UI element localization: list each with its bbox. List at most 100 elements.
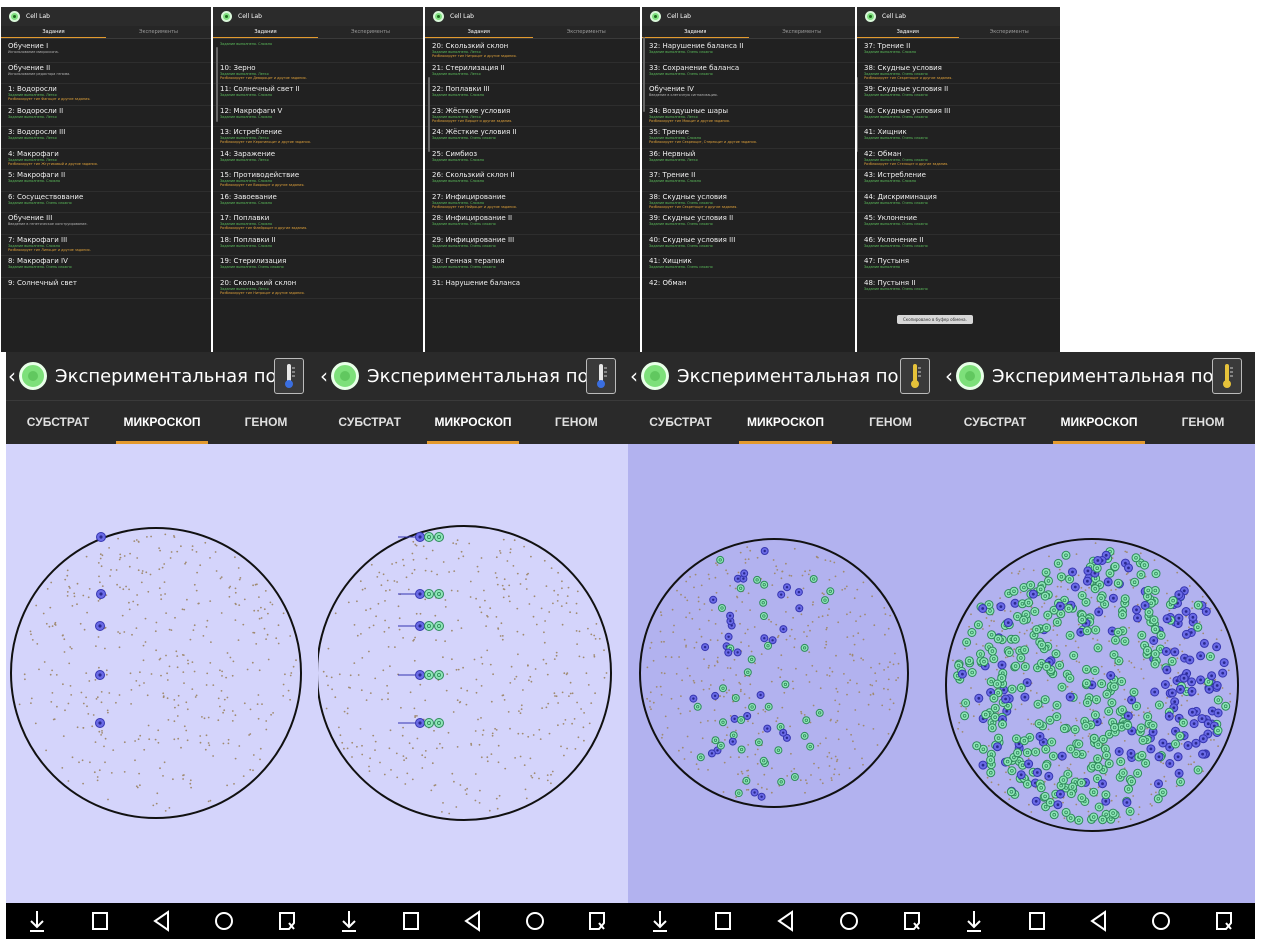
mission-item[interactable]: 41: Хищник Задание выполнено. Очень сложн… xyxy=(857,127,1060,149)
triangle-back-icon[interactable] xyxy=(148,907,176,935)
mission-item[interactable]: 31: Нарушение баланса xyxy=(425,278,640,299)
download-icon[interactable] xyxy=(23,907,51,935)
tab-genome[interactable]: ГЕНОМ xyxy=(844,401,937,445)
tab-microscope[interactable]: МИКРОСКОП xyxy=(739,401,832,445)
scrollbar[interactable] xyxy=(643,37,645,112)
mission-item[interactable]: Обучение III Введение в генетическое конс… xyxy=(1,213,211,235)
mission-item[interactable]: 39: Скудные условия II Задание выполнено.… xyxy=(857,84,1060,106)
mission-item[interactable]: 11: Солнечный свет II Задание выполнено. … xyxy=(213,84,423,106)
mission-item[interactable]: Обучение IV Введение в клеточную сигнализ… xyxy=(642,84,855,106)
download-icon[interactable] xyxy=(960,907,988,935)
mission-item[interactable]: 25: Симбиоз Задание выполнено. Сложно xyxy=(425,149,640,170)
mission-item[interactable]: 40: Скудные условия III Задание выполнено… xyxy=(857,106,1060,127)
microscope-view[interactable] xyxy=(318,444,628,903)
mission-item[interactable]: 34: Воздушные шары Задание выполнено. Лег… xyxy=(642,106,855,127)
download-icon[interactable] xyxy=(646,907,674,935)
mission-item[interactable]: 5: Макрофаги II Задание выполнено. Сложно xyxy=(1,170,211,192)
scrollbar[interactable] xyxy=(857,77,858,152)
back-chevron-icon[interactable]: ‹ xyxy=(630,364,638,388)
mission-item[interactable]: 21: Стерилизация II Задание выполнено. Ле… xyxy=(425,63,640,84)
mission-item[interactable]: 42: Обман xyxy=(642,278,855,299)
tab-substrate[interactable]: СУБСТРАТ xyxy=(634,401,727,445)
mission-item[interactable]: Обучение I Использование микроскопа. xyxy=(1,41,211,63)
triangle-back-icon[interactable] xyxy=(459,907,487,935)
mission-item[interactable]: 43: Истребление Задание выполнено. Сложно xyxy=(857,170,1060,192)
mission-item[interactable]: 1: Водоросли Задание выполнено. Легко Разб… xyxy=(1,84,211,106)
mission-item[interactable]: 9: Солнечный свет xyxy=(1,278,211,299)
mission-item[interactable]: 41: Хищник Задание выполнено. Очень сложн… xyxy=(642,256,855,278)
tab-experiments[interactable]: Эксперименты xyxy=(959,26,1061,38)
thermometer-icon[interactable] xyxy=(586,358,616,394)
tab-missions[interactable]: Задания xyxy=(1,26,106,38)
mission-list[interactable]: Обучение I Использование микроскопа. Обуче… xyxy=(1,39,211,299)
mission-item[interactable]: 39: Скудные условия II Задание выполнено.… xyxy=(642,213,855,235)
tab-missions[interactable]: Задания xyxy=(642,26,749,38)
mission-item[interactable]: 48: Пустыня II Задание выполнено. Очень с… xyxy=(857,278,1060,299)
mission-item[interactable]: 45: Уклонение Задание выполнено. Очень сл… xyxy=(857,213,1060,235)
circle-home-icon[interactable] xyxy=(1147,907,1175,935)
screenshot-icon[interactable] xyxy=(583,907,611,935)
mission-item[interactable]: 22: Поплавки III Задание выполнено. Сложн… xyxy=(425,84,640,106)
tab-missions[interactable]: Задания xyxy=(857,26,959,38)
mission-list[interactable]: 20: Скользкий склон Задание выполнено. Ле… xyxy=(425,39,640,299)
mission-item[interactable]: 16: Завоевание Задание выполнено. Сложно xyxy=(213,192,423,213)
mission-item[interactable]: 19: Стерилизация Задание выполнено. Очень… xyxy=(213,256,423,278)
mission-list[interactable]: 37: Трение II Задание выполнено. Сложно 38… xyxy=(857,39,1060,299)
mission-item[interactable]: Обучение II Использование редактора геном… xyxy=(1,63,211,84)
mission-item[interactable]: Задание выполнено. Сложно xyxy=(213,41,423,63)
back-chevron-icon[interactable]: ‹ xyxy=(320,364,328,388)
tab-substrate[interactable]: СУБСТРАТ xyxy=(12,401,104,445)
mission-item[interactable]: 12: Макрофаги V Задание выполнено. Сложно xyxy=(213,106,423,127)
circle-home-icon[interactable] xyxy=(210,907,238,935)
mission-item[interactable]: 46: Уклонение II Задание выполнено. Очень… xyxy=(857,235,1060,256)
mission-list[interactable]: Задание выполнено. Сложно 10: Зерно Задани… xyxy=(213,39,423,299)
mission-item[interactable]: 26: Скользкий склон II Задание выполнено.… xyxy=(425,170,640,192)
tab-experiments[interactable]: Эксперименты xyxy=(106,26,211,38)
mission-item[interactable]: 17: Поплавки Задание выполнено. Сложно Раз… xyxy=(213,213,423,235)
mission-item[interactable]: 27: Инфицирование Задание выполнено. Слож… xyxy=(425,192,640,213)
mission-item[interactable]: 32: Нарушение баланса II Задание выполнен… xyxy=(642,41,855,63)
tab-microscope[interactable]: МИКРОСКОП xyxy=(427,401,519,445)
mission-item[interactable]: 38: Скудные условия Задание выполнено. Оч… xyxy=(857,63,1060,84)
back-chevron-icon[interactable]: ‹ xyxy=(945,364,953,388)
tab-microscope[interactable]: МИКРОСКОП xyxy=(116,401,208,445)
circle-home-icon[interactable] xyxy=(521,907,549,935)
circle-home-icon[interactable] xyxy=(835,907,863,935)
scrollbar[interactable] xyxy=(216,47,218,122)
mission-item[interactable]: 2: Водоросли II Задание выполнено. Легко xyxy=(1,106,211,127)
thermometer-icon[interactable] xyxy=(274,358,304,394)
tab-missions[interactable]: Задания xyxy=(213,26,318,38)
microscope-view[interactable] xyxy=(943,444,1255,903)
microscope-view[interactable] xyxy=(628,444,943,903)
tab-genome[interactable]: ГЕНОМ xyxy=(220,401,312,445)
mission-item[interactable]: 40: Скудные условия III Задание выполнено… xyxy=(642,235,855,256)
mission-item[interactable]: 44: Дискриминация Задание выполнено. Очен… xyxy=(857,192,1060,213)
mission-item[interactable]: 38: Скудные условия Задание выполнено. Оч… xyxy=(642,192,855,213)
mission-item[interactable]: 7: Макрофаги III Задание выполнено. Сложн… xyxy=(1,235,211,256)
tab-genome[interactable]: ГЕНОМ xyxy=(531,401,622,445)
tab-substrate[interactable]: СУБСТРАТ xyxy=(949,401,1041,445)
triangle-back-icon[interactable] xyxy=(772,907,800,935)
mission-item[interactable]: 35: Трение Задание выполнено. Сложно Разбл… xyxy=(642,127,855,149)
mission-item[interactable]: 13: Истребление Задание выполнено. Легко Р… xyxy=(213,127,423,149)
tab-missions[interactable]: Задания xyxy=(425,26,533,38)
mission-item[interactable]: 37: Трение II Задание выполнено. Сложно xyxy=(857,41,1060,63)
back-chevron-icon[interactable]: ‹ xyxy=(8,364,16,388)
mission-item[interactable]: 14: Заражение Задание выполнено. Легко xyxy=(213,149,423,170)
tab-substrate[interactable]: СУБСТРАТ xyxy=(324,401,415,445)
screenshot-icon[interactable] xyxy=(898,907,926,935)
mission-item[interactable]: 18: Поплавки II Задание выполнено. Сложно xyxy=(213,235,423,256)
tab-genome[interactable]: ГЕНОМ xyxy=(1157,401,1249,445)
tab-experiments[interactable]: Эксперименты xyxy=(749,26,856,38)
mission-item[interactable]: 23: Жёсткие условия Задание выполнено. Ле… xyxy=(425,106,640,127)
mission-item[interactable]: 36: Нервный Задание выполнено. Легко xyxy=(642,149,855,170)
mission-item[interactable]: 3: Водоросли III Задание выполнено. Легко xyxy=(1,127,211,149)
mission-item[interactable]: 6: Сосуществование Задание выполнено. Оче… xyxy=(1,192,211,213)
mission-item[interactable]: 24: Жёсткие условия II Задание выполнено.… xyxy=(425,127,640,149)
mission-item[interactable]: 15: Противодействие Задание выполнено. Сл… xyxy=(213,170,423,192)
mission-item[interactable]: 10: Зерно Задание выполнено. Легко Разблок… xyxy=(213,63,423,84)
tab-microscope[interactable]: МИКРОСКОП xyxy=(1053,401,1145,445)
download-icon[interactable] xyxy=(335,907,363,935)
square-icon[interactable] xyxy=(709,907,737,935)
mission-item[interactable]: 33: Сохранение баланса Задание выполнено.… xyxy=(642,63,855,84)
